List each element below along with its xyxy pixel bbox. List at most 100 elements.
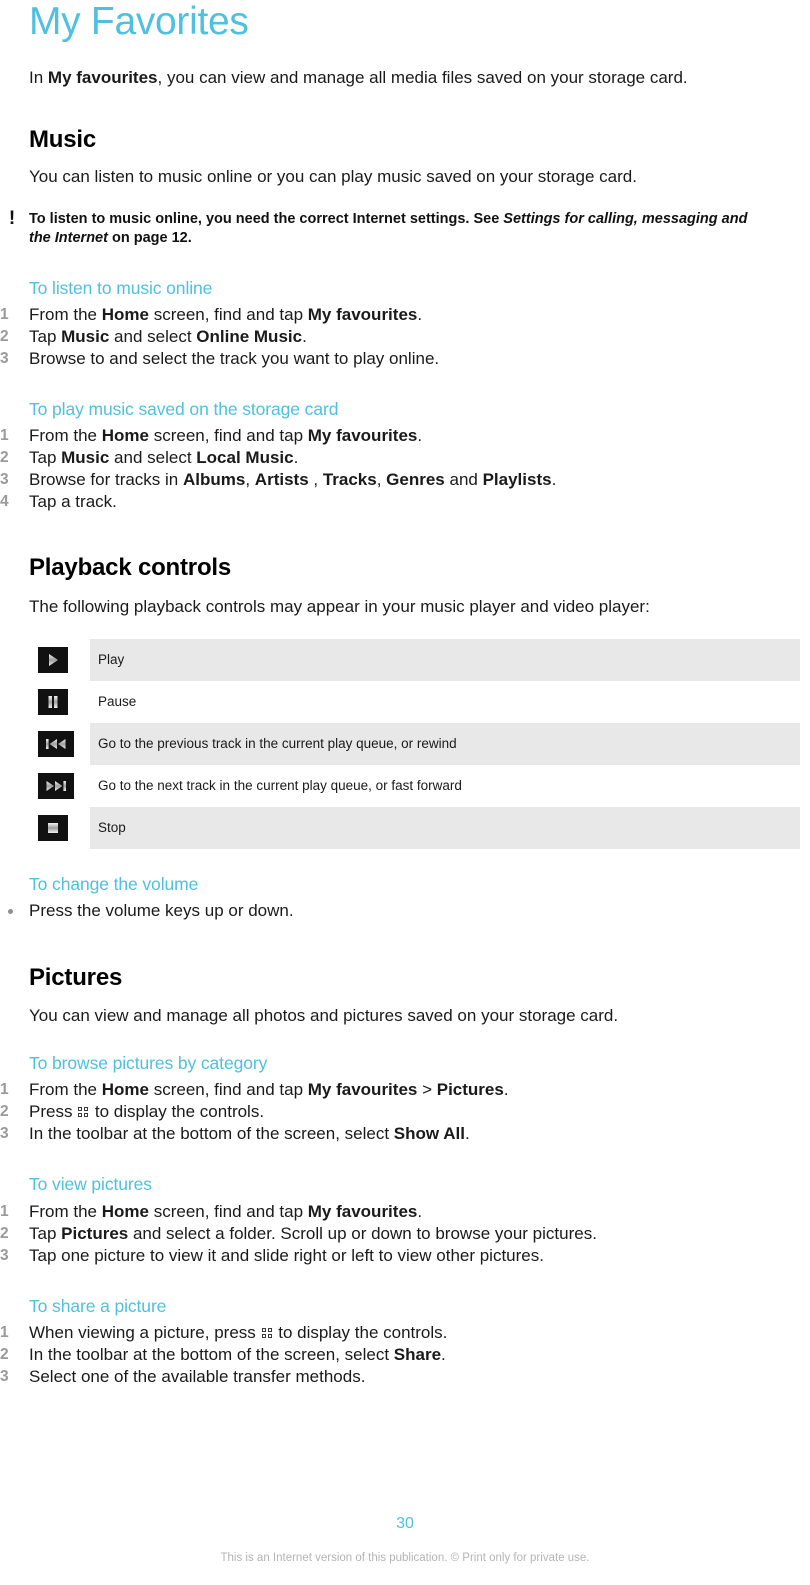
list-item: From the Home screen, find and tap My fa…: [0, 425, 800, 447]
intro-paragraph: In My favourites, you can view and manag…: [0, 67, 800, 89]
pause-icon: [38, 688, 68, 715]
task-heading-volume: To change the volume: [29, 873, 199, 894]
exclamation-icon: !: [8, 207, 16, 229]
steps-browse-pictures: From the Home screen, find and tap My fa…: [0, 1079, 800, 1145]
step-text: Press: [29, 1102, 78, 1122]
music-description: You can listen to music online or you ca…: [29, 167, 637, 187]
note-block: ! To listen to music online, you need th…: [0, 207, 800, 248]
step-text: .: [293, 448, 299, 468]
bullet-text: Press the volume keys up or down.: [29, 900, 294, 920]
section-heading-music: Music: [29, 125, 97, 153]
note-part1: To listen to music online, you need the …: [29, 210, 504, 227]
step-text: .: [441, 1345, 446, 1365]
icon-cell: [0, 730, 90, 757]
task-heading-view-pictures: To view pictures: [29, 1174, 152, 1195]
control-label: Go to the previous track in the current …: [98, 735, 457, 751]
task-heading-listen-online: To listen to music online: [29, 277, 213, 298]
step-bold: Tracks: [322, 470, 377, 490]
list-item: In the toolbar at the bottom of the scre…: [0, 1344, 800, 1366]
list-item: From the Home screen, find and tap My fa…: [0, 304, 800, 326]
step-text: and: [444, 470, 483, 490]
intro-prefix: In: [29, 68, 48, 87]
list-item: Tap one picture to view it and slide rig…: [0, 1245, 800, 1267]
step-text: .: [417, 426, 423, 446]
step-text: .: [503, 1080, 509, 1100]
step-text: and select a folder. Scroll up or down t…: [128, 1223, 597, 1243]
row-background: [90, 681, 800, 723]
page-title: My Favorites: [29, 0, 249, 43]
step-bold: My favourites: [307, 1080, 418, 1100]
list-item: From the Home screen, find and tap My fa…: [0, 1201, 800, 1223]
step-bold: My favourites: [307, 304, 418, 324]
step-bold: My favourites: [307, 426, 418, 446]
step-bold: Playlists: [482, 470, 552, 490]
step-text: From the: [29, 304, 102, 324]
step-bold: My favourites: [307, 1201, 418, 1221]
step-text: to display the controls.: [90, 1102, 265, 1122]
list-item: Browse for tracks in Albums, Artists , T…: [0, 469, 800, 491]
pictures-description: You can view and manage all photos and p…: [29, 1006, 619, 1026]
control-label: Pause: [98, 693, 137, 709]
list-item: From the Home screen, find and tap My fa…: [0, 1079, 800, 1101]
step-text: Tap: [29, 448, 62, 468]
step-text: >: [417, 1080, 437, 1100]
step-bold: Local Music: [196, 448, 294, 468]
step-text: From the: [29, 1201, 102, 1221]
step-text: screen, find and tap: [148, 426, 308, 446]
step-bold: Home: [101, 1201, 149, 1221]
step-text: From the: [29, 1080, 102, 1100]
step-bold: Home: [101, 1080, 149, 1100]
steps-play-local: From the Home screen, find and tap My fa…: [0, 425, 800, 513]
step-text: .: [551, 470, 557, 490]
previous-track-icon: [38, 730, 74, 757]
step-text: Tap: [29, 326, 62, 346]
step-text: screen, find and tap: [148, 304, 308, 324]
row-background: [90, 806, 800, 849]
menu-key-icon: [261, 1327, 273, 1339]
list-item: When viewing a picture, press to display…: [0, 1322, 800, 1344]
footer-note: This is an Internet version of this publ…: [220, 1552, 590, 1564]
step-bold: Pictures: [436, 1080, 504, 1100]
step-text: In the toolbar at the bottom of the scre…: [29, 1345, 394, 1365]
note-part2: on page 12.: [107, 229, 192, 246]
step-bold: Music: [61, 326, 110, 346]
task-heading-play-local: To play music saved on the storage card: [29, 398, 339, 419]
list-item: Select one of the available transfer met…: [0, 1366, 800, 1388]
list-item: Press the volume keys up or down.: [0, 900, 800, 922]
document-page: My Favorites In My favourites, you can v…: [0, 0, 810, 1585]
icon-cell: [0, 814, 90, 841]
step-text: screen, find and tap: [148, 1080, 308, 1100]
control-label: Go to the next track in the current play…: [98, 777, 462, 793]
step-text: and select: [109, 326, 197, 346]
table-row: Stop: [0, 806, 810, 849]
step-text: ,: [245, 470, 255, 490]
step-text: In the toolbar at the bottom of the scre…: [29, 1124, 394, 1144]
control-label: Play: [98, 651, 125, 667]
table-row: Go to the next track in the current play…: [0, 765, 810, 807]
step-text: and select: [109, 448, 197, 468]
step-bold: Albums: [183, 470, 246, 490]
steps-share-picture: When viewing a picture, press to display…: [0, 1322, 800, 1388]
icon-cell: [0, 688, 90, 715]
table-row: Play: [0, 638, 810, 681]
step-text: Tap a track.: [29, 492, 117, 512]
step-text: .: [417, 304, 423, 324]
step-bold: Home: [101, 426, 149, 446]
next-track-icon: [38, 772, 74, 799]
playback-controls-table: Play Pause Go to the previous track in t…: [0, 638, 810, 849]
step-text: Browse for tracks in: [29, 470, 183, 490]
step-text: ,: [376, 470, 387, 490]
list-item: Tap Music and select Online Music.: [0, 326, 800, 348]
icon-cell: [0, 772, 90, 799]
step-text: When viewing a picture, press: [29, 1322, 261, 1342]
play-icon: [38, 646, 68, 673]
step-text: .: [464, 1124, 470, 1144]
step-text: .: [417, 1201, 423, 1221]
table-row: Go to the previous track in the current …: [0, 722, 810, 765]
steps-volume: Press the volume keys up or down.: [0, 900, 800, 922]
step-bold: Artists: [254, 470, 309, 490]
step-text: to display the controls.: [273, 1322, 448, 1342]
list-item: Tap Pictures and select a folder. Scroll…: [0, 1223, 800, 1245]
step-text: Select one of the available transfer met…: [29, 1367, 366, 1387]
list-item: Tap a track.: [0, 491, 800, 513]
